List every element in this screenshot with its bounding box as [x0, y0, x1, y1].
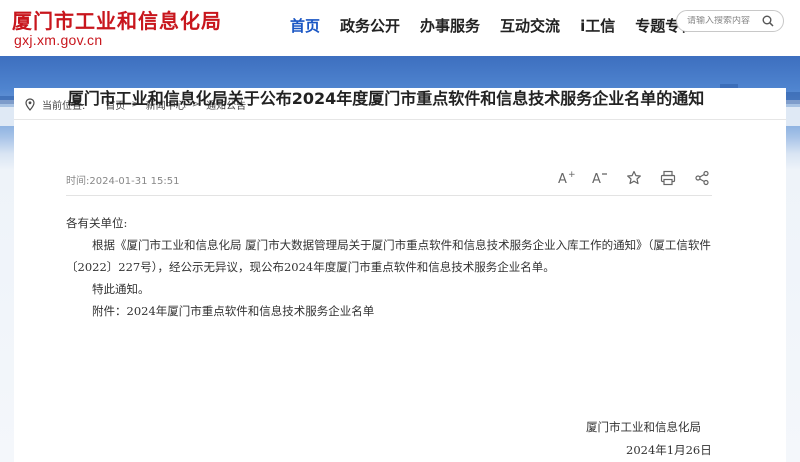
article-body: 各有关单位: 根据《厦门市工业和信息化局 厦门市大数据管理局关于厦门市重点软件和…	[66, 212, 712, 322]
signature-date: 2024年1月26日	[626, 443, 712, 457]
publish-time: 时间:2024-01-31 15:51	[66, 176, 180, 187]
print-icon[interactable]	[658, 168, 678, 188]
font-increase-icon[interactable]: A +	[556, 168, 576, 188]
site-title[interactable]: 厦门市工业和信息化局	[12, 5, 222, 34]
signature-organization: 厦门市工业和信息化局	[586, 420, 701, 434]
favorite-icon[interactable]	[624, 168, 644, 188]
svg-text:+: +	[568, 170, 575, 180]
body-paragraph: 特此通知。	[92, 282, 150, 296]
nav-item-interaction[interactable]: 互动交流	[500, 15, 560, 36]
nav-item-services[interactable]: 办事服务	[420, 15, 480, 36]
site-domain: gxj.xm.gov.cn	[14, 32, 103, 48]
svg-text:A: A	[558, 172, 567, 186]
salutation: 各有关单位:	[66, 216, 128, 230]
article-meta: 时间:2024-01-31 15:51 A + A	[66, 162, 712, 196]
search-input[interactable]	[687, 16, 761, 26]
attachment-line[interactable]: 附件：2024年厦门市重点软件和信息技术服务企业名单	[66, 300, 712, 322]
share-icon[interactable]	[692, 168, 712, 188]
breadcrumb-divider	[14, 119, 786, 120]
search-icon[interactable]	[761, 14, 775, 28]
nav-item-igongxin[interactable]: i工信	[580, 15, 615, 36]
location-pin-icon	[25, 98, 35, 111]
svg-text:A: A	[592, 172, 601, 186]
font-decrease-icon[interactable]: A	[590, 168, 610, 188]
nav-item-home[interactable]: 首页	[290, 15, 320, 36]
main-nav: 首页 政务公开 办事服务 互动交流 i工信 专题专栏	[290, 15, 715, 36]
site-header: 厦门市工业和信息化局 gxj.xm.gov.cn 首页 政务公开 办事服务 互动…	[0, 0, 800, 56]
search-box	[676, 10, 784, 32]
nav-item-government-affairs[interactable]: 政务公开	[340, 15, 400, 36]
body-paragraph: 根据《厦门市工业和信息化局 厦门市大数据管理局关于厦门市重点软件和信息技术服务企…	[66, 238, 711, 274]
article-tools: A + A	[542, 168, 712, 188]
article-title: 厦门市工业和信息化局关于公布2024年度厦门市重点软件和信息技术服务企业名单的通…	[67, 89, 705, 108]
